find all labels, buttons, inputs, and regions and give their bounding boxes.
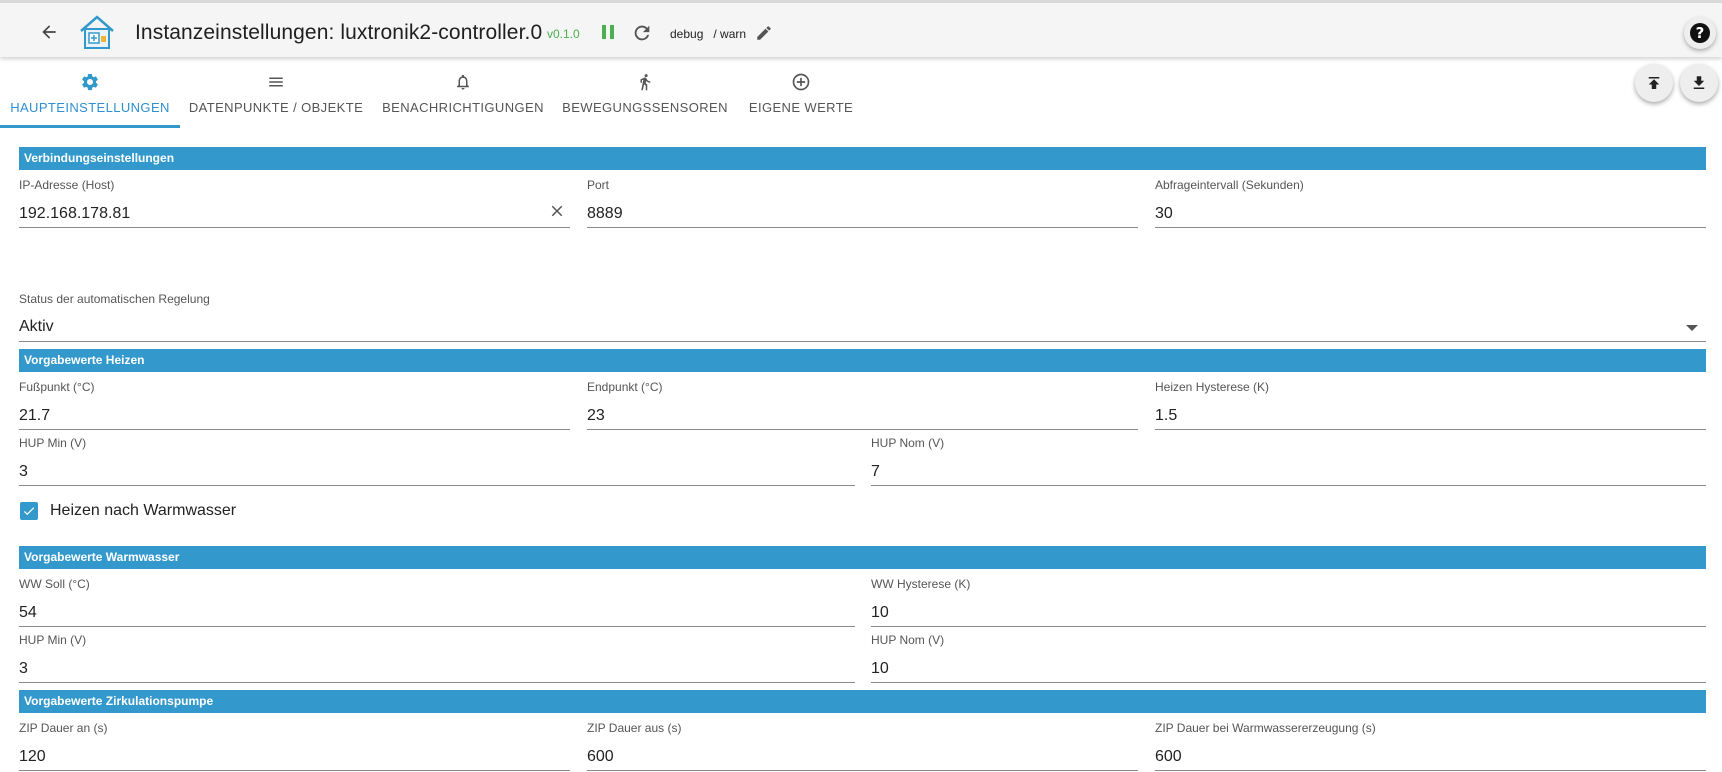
fusspunkt-input[interactable] xyxy=(19,402,570,430)
fusspunkt-field: Fußpunkt (°C) xyxy=(19,380,570,430)
field-label: HUP Nom (V) xyxy=(871,633,945,647)
bell-icon xyxy=(457,74,469,90)
zip-off-input[interactable] xyxy=(587,743,1138,771)
field-label: IP-Adresse (Host) xyxy=(19,178,115,192)
app-header: Instanzeinstellungen: luxtronik2-control… xyxy=(0,0,1722,57)
list-icon xyxy=(269,77,283,87)
app-logo-icon xyxy=(78,14,116,50)
gear-icon xyxy=(82,73,98,91)
field-label: Abfrageintervall (Sekunden) xyxy=(1155,178,1304,192)
tab-label: HAUPTEINSTELLUNGEN xyxy=(10,100,170,115)
upload-button[interactable] xyxy=(1635,64,1673,102)
tab-datenpunkte[interactable]: DATENPUNKTE / OBJEKTE xyxy=(180,60,372,128)
field-label: Endpunkt (°C) xyxy=(587,380,663,394)
field-label: ZIP Dauer aus (s) xyxy=(587,721,682,735)
log-level-primary: debug xyxy=(670,27,704,41)
back-button[interactable] xyxy=(36,19,62,45)
zip-on-input[interactable] xyxy=(19,743,570,771)
heating-hup-min-input[interactable] xyxy=(19,458,855,486)
checkbox-label: Heizen nach Warmwasser xyxy=(50,502,237,519)
section-header-circulation: Vorgabewerte Zirkulationspumpe xyxy=(19,690,1706,713)
walking-icon xyxy=(640,74,651,91)
automatic-status-field: Status der automatischen Regelung Aktiv xyxy=(19,292,1706,342)
interval-input[interactable] xyxy=(1155,200,1706,228)
endpunkt-input[interactable] xyxy=(587,402,1138,430)
clear-ip-button[interactable] xyxy=(548,202,566,220)
field-label: ZIP Dauer an (s) xyxy=(19,721,108,735)
select-value: Aktiv xyxy=(19,318,54,335)
field-label: Status der automatischen Regelung xyxy=(19,292,210,306)
close-icon xyxy=(551,205,563,217)
field-label: WW Soll (°C) xyxy=(19,577,90,591)
ip-address-input[interactable] xyxy=(19,200,570,228)
reload-icon xyxy=(634,25,650,41)
upload-icon xyxy=(1648,77,1660,89)
tab-bar: HAUPTEINSTELLUNGEN DATENPUNKTE / OBJEKTE… xyxy=(0,60,1722,128)
checkbox-checked-icon xyxy=(20,502,38,520)
page-title: Instanzeinstellungen: luxtronik2-control… xyxy=(135,21,543,44)
pause-button[interactable] xyxy=(600,24,616,40)
help-button[interactable]: ? xyxy=(1684,17,1716,49)
heating-hysteresis-input[interactable] xyxy=(1155,402,1706,430)
download-icon xyxy=(1693,76,1705,89)
version-label: v0.1.0 xyxy=(547,27,580,41)
ww-hup-nom-input[interactable] xyxy=(871,655,1706,683)
field-label: Port xyxy=(587,178,610,192)
field-label: WW Hysterese (K) xyxy=(871,577,971,591)
tab-active-indicator xyxy=(0,125,180,128)
ip-address-field: IP-Adresse (Host) xyxy=(19,178,570,228)
tab-haupteinstellungen[interactable]: HAUPTEINSTELLUNGEN xyxy=(0,60,180,128)
endpunkt-field: Endpunkt (°C) xyxy=(587,380,1138,430)
pencil-icon xyxy=(757,26,771,40)
reload-button[interactable] xyxy=(631,22,653,44)
log-level-secondary: / warn xyxy=(713,27,747,41)
section-header-heating: Vorgabewerte Heizen xyxy=(19,349,1706,372)
ww-hup-min-input[interactable] xyxy=(19,655,855,683)
zip-off-field: ZIP Dauer aus (s) xyxy=(587,721,1138,771)
ww-hysteresis-field: WW Hysterese (K) xyxy=(871,577,1706,627)
section-header-connection: Verbindungseinstellungen xyxy=(19,147,1706,170)
tab-bewegungssensoren[interactable]: BEWEGUNGSSENSOREN xyxy=(554,60,736,128)
help-icon: ? xyxy=(1690,23,1710,43)
port-field: Port xyxy=(587,178,1138,228)
port-input[interactable] xyxy=(587,200,1138,228)
zip-hotwater-input[interactable] xyxy=(1155,743,1706,771)
ww-soll-field: WW Soll (°C) xyxy=(19,577,855,627)
download-button[interactable] xyxy=(1680,64,1718,102)
field-label: Fußpunkt (°C) xyxy=(19,380,95,394)
caret-down-icon xyxy=(1686,325,1698,331)
edit-loglevel-button[interactable] xyxy=(755,24,773,42)
tab-label: EIGENE WERTE xyxy=(748,100,854,115)
section-header-hotwater: Vorgabewerte Warmwasser xyxy=(19,546,1706,569)
arrow-left-icon xyxy=(42,25,56,39)
tab-benachrichtigungen[interactable]: BENACHRICHTIGUNGEN xyxy=(372,60,554,128)
pause-icon xyxy=(602,25,614,39)
ww-hysteresis-input[interactable] xyxy=(871,599,1706,627)
heating-hup-nom-field: HUP Nom (V) xyxy=(871,436,1706,486)
interval-field: Abfrageintervall (Sekunden) xyxy=(1155,178,1706,228)
heating-hup-nom-input[interactable] xyxy=(871,458,1706,486)
ww-hup-nom-field: HUP Nom (V) xyxy=(871,633,1706,683)
field-label: HUP Min (V) xyxy=(19,633,87,647)
tab-label: BEWEGUNGSSENSOREN xyxy=(562,100,728,115)
heat-after-hotwater-checkbox[interactable]: Heizen nach Warmwasser xyxy=(20,502,236,520)
plus-circle-icon xyxy=(792,73,810,91)
heating-hup-min-field: HUP Min (V) xyxy=(19,436,855,486)
tab-eigene-werte[interactable]: EIGENE WERTE xyxy=(736,60,866,128)
zip-on-field: ZIP Dauer an (s) xyxy=(19,721,570,771)
field-label: HUP Min (V) xyxy=(19,436,87,450)
field-label: HUP Nom (V) xyxy=(871,436,945,450)
log-level: debug / warn xyxy=(670,27,746,41)
ww-soll-input[interactable] xyxy=(19,599,855,627)
field-label: Heizen Hysterese (K) xyxy=(1155,380,1270,394)
automatic-status-select[interactable]: Aktiv xyxy=(19,314,1706,342)
heating-hysteresis-field: Heizen Hysterese (K) xyxy=(1155,380,1706,430)
tab-label: BENACHRICHTIGUNGEN xyxy=(382,100,544,115)
field-label: ZIP Dauer bei Warmwassererzeugung (s) xyxy=(1155,721,1376,735)
zip-hotwater-field: ZIP Dauer bei Warmwassererzeugung (s) xyxy=(1155,721,1706,771)
ww-hup-min-field: HUP Min (V) xyxy=(19,633,855,683)
tab-label: DATENPUNKTE / OBJEKTE xyxy=(188,100,364,115)
